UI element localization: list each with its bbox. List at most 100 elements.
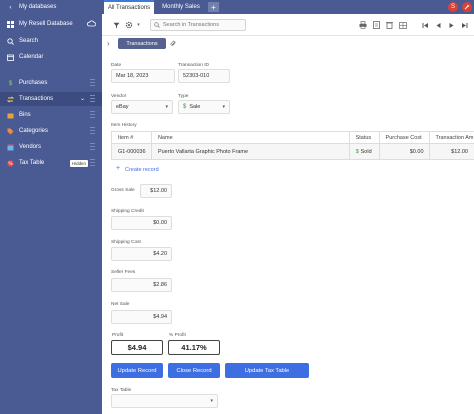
chevron-down-icon[interactable]: ▾ xyxy=(134,20,143,30)
chevron-left-icon[interactable]: ‹ xyxy=(7,4,14,11)
sidebar-item-label: Search xyxy=(19,38,39,44)
copy-icon[interactable] xyxy=(372,20,381,30)
sidebar-item-purchases[interactable]: $ Purchases xyxy=(0,76,102,90)
net-sale-label: Net Sale xyxy=(111,302,130,307)
tab-bar: All Transactions Monthly Sales + S xyxy=(102,0,474,14)
toolbar: ▾ xyxy=(102,14,474,36)
sidebar-item-tax-table[interactable]: % Tax Table Hidden xyxy=(0,156,102,170)
gross-sale-field[interactable]: $12.00 xyxy=(140,184,172,198)
update-record-button[interactable]: Update Record xyxy=(111,363,163,378)
amount-cell: $12.00 xyxy=(428,143,474,160)
tag-icon xyxy=(7,128,14,135)
sale-icon: $ xyxy=(183,104,187,110)
type-select[interactable]: $ Sale ▾ xyxy=(178,100,230,114)
avatar[interactable]: S xyxy=(448,2,458,12)
date-field[interactable]: Mar 18, 2023 xyxy=(111,69,175,83)
shipping-cost-label: Shipping Cost xyxy=(111,240,141,245)
chevron-right-icon[interactable]: › xyxy=(107,39,110,48)
sidebar-item-search[interactable]: Search xyxy=(0,34,102,48)
column-header[interactable]: Transaction Am xyxy=(428,131,474,144)
seller-fees-field[interactable]: $2.86 xyxy=(111,278,172,292)
column-header[interactable]: Item # xyxy=(111,131,152,144)
tab-monthly-sales[interactable]: Monthly Sales xyxy=(156,0,206,14)
profit-label: Profit xyxy=(112,333,124,338)
add-tab-button[interactable]: + xyxy=(208,2,219,12)
bin-icon xyxy=(7,112,14,119)
record-form: Date Mar 18, 2023 Transaction ID 52303-0… xyxy=(102,52,474,414)
shipping-cost-field[interactable]: $4.20 xyxy=(111,247,172,261)
chevron-down-icon: ▾ xyxy=(222,104,225,110)
chevron-down-icon: ▾ xyxy=(165,104,168,110)
hidden-badge: Hidden xyxy=(70,160,88,167)
percent-profit-label: % Profit xyxy=(169,333,186,338)
gear-icon[interactable] xyxy=(124,20,133,30)
svg-text:%: % xyxy=(8,161,13,167)
vendor-select[interactable]: eBay ▾ xyxy=(111,100,173,114)
sidebar-item-database[interactable]: My Resell Database xyxy=(0,17,102,31)
drag-handle-icon[interactable] xyxy=(90,159,95,166)
drag-handle-icon[interactable] xyxy=(90,127,95,134)
attachment-icon[interactable] xyxy=(170,40,176,49)
drag-handle-icon[interactable] xyxy=(90,79,95,86)
column-header[interactable]: Purchase Cost xyxy=(378,131,429,144)
percent-icon: % xyxy=(7,159,14,167)
tax-table-select[interactable]: ▾ xyxy=(111,394,218,408)
column-header[interactable]: Name xyxy=(150,131,350,144)
add-icon[interactable]: + xyxy=(116,165,120,172)
next-record-icon[interactable] xyxy=(447,20,456,30)
item-history-table: Item # Name Status Purchase Cost Transac… xyxy=(111,131,474,160)
item-number-cell: G1-000036 xyxy=(111,143,152,160)
column-header[interactable]: Status xyxy=(348,131,380,144)
percent-profit-value: 41.17% xyxy=(168,340,220,355)
previous-record-icon[interactable] xyxy=(434,20,443,30)
search-box[interactable] xyxy=(150,19,246,31)
type-label: Type xyxy=(178,94,189,99)
trash-icon[interactable] xyxy=(385,20,394,30)
last-record-icon[interactable] xyxy=(460,20,469,30)
drag-handle-icon[interactable] xyxy=(90,143,95,150)
sidebar-item-label: Transactions xyxy=(19,96,54,102)
sidebar-item-transactions[interactable]: Transactions ⌄ xyxy=(0,92,102,106)
update-tax-table-button[interactable]: Update Tax Table xyxy=(225,363,309,378)
sidebar-item-categories[interactable]: Categories xyxy=(0,124,102,138)
shipping-credit-field[interactable]: $0.00 xyxy=(111,216,172,230)
tab-all-transactions[interactable]: All Transactions xyxy=(104,0,154,14)
gross-sale-label: Gross Sale xyxy=(111,188,135,193)
status-cell: $ Sold xyxy=(348,143,380,160)
tools-icon[interactable] xyxy=(462,2,472,12)
sidebar-item-vendors[interactable]: Vendors xyxy=(0,140,102,154)
create-record-link[interactable]: Create record xyxy=(125,167,159,173)
form-view-tab[interactable]: Transactions xyxy=(118,38,166,49)
transaction-id-field[interactable]: 52303-010 xyxy=(178,69,230,83)
table-view-icon[interactable] xyxy=(398,20,407,30)
transactions-icon xyxy=(7,95,14,103)
seller-fees-label: Seller Fees xyxy=(111,270,136,275)
close-record-button[interactable]: Close Record xyxy=(168,363,220,378)
cloud-icon xyxy=(87,20,97,29)
sold-icon: $ xyxy=(355,148,359,155)
sidebar-item-label: Tax Table xyxy=(19,160,45,166)
sidebar-item-label: Vendors xyxy=(19,144,42,150)
view-switcher: › Transactions xyxy=(102,37,474,52)
net-sale-field[interactable]: $4.94 xyxy=(111,310,172,324)
sidebar-item-label: Categories xyxy=(19,128,49,134)
drag-handle-icon[interactable] xyxy=(90,111,95,118)
grid-icon xyxy=(7,20,14,28)
shipping-credit-label: Shipping Credit xyxy=(111,209,144,214)
table-header-row: Item # Name Status Purchase Cost Transac… xyxy=(111,131,474,144)
sidebar-item-bins[interactable]: Bins xyxy=(0,108,102,122)
search-input[interactable] xyxy=(163,22,243,28)
date-label: Date xyxy=(111,63,122,68)
print-icon[interactable] xyxy=(358,20,367,30)
sidebar-item-label: Purchases xyxy=(19,80,48,86)
first-record-icon[interactable] xyxy=(421,20,430,30)
chevron-down-icon: ▾ xyxy=(210,398,213,404)
sidebar-item-label: Calendar xyxy=(19,54,44,60)
table-row[interactable]: G1-000036 Puerto Vallarta Graphic Photo … xyxy=(111,143,474,160)
transaction-id-label: Transaction ID xyxy=(178,63,210,68)
filter-icon[interactable] xyxy=(112,20,121,30)
drag-handle-icon[interactable] xyxy=(90,95,95,102)
sidebar-header[interactable]: ‹ My databases xyxy=(0,0,102,14)
chevron-down-icon[interactable]: ⌄ xyxy=(80,95,85,102)
sidebar-item-calendar[interactable]: Calendar xyxy=(0,50,102,64)
